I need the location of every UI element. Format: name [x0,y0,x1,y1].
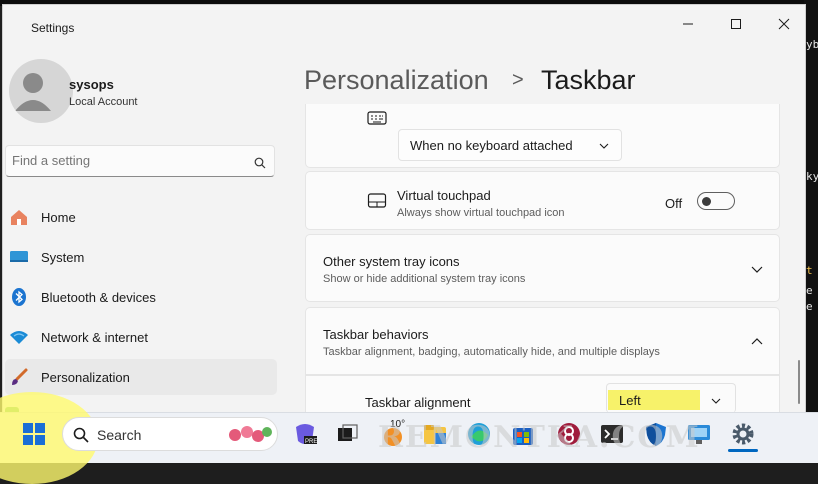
settings-search[interactable] [5,145,275,177]
start-button[interactable] [22,422,46,446]
terminal-text: e [806,284,813,297]
search-highlight-icon [229,426,272,442]
taskbar-alignment-dropdown[interactable]: Left [606,383,736,413]
chevron-down-icon [711,398,721,404]
avatar[interactable] [9,59,73,123]
window-title: Settings [31,21,75,35]
dropdown-value: Left [619,393,641,408]
taskbar-alignment-title: Taskbar alignment [365,395,471,410]
touch-keyboard-card: When no keyboard attached [305,104,780,168]
sidebar-item-label: System [41,249,85,265]
taskbar-search[interactable]: Search [62,417,278,451]
chevron-down-icon[interactable] [751,265,763,274]
bluetooth-icon [8,286,30,308]
close-icon [778,18,790,30]
touch-keyboard-dropdown[interactable]: When no keyboard attached [398,129,622,161]
other-system-tray-icons-row[interactable]: Other system tray icons Show or hide add… [305,234,780,302]
chevron-up-icon[interactable] [751,337,763,346]
sidebar-item-label: Personalization [41,369,130,385]
copilot-icon[interactable]: PRE [292,421,318,447]
breadcrumb-separator: > [512,69,524,91]
virtual-touchpad-subtitle: Always show virtual touchpad icon [397,207,565,219]
taskbar-behaviors-subtitle: Taskbar alignment, badging, automaticall… [323,346,660,358]
sidebar-item-personalization[interactable]: Personalization [5,359,277,395]
watermark: REMONTKA.COM [378,420,701,455]
terminal-text: yb [806,38,818,51]
keyboard-icon [367,111,387,125]
taskbar-behaviors-row[interactable]: Taskbar behaviors Taskbar alignment, bad… [305,307,780,375]
search-input[interactable] [10,152,244,169]
dropdown-value: When no keyboard attached [410,138,573,153]
breadcrumb-parent[interactable]: Personalization [304,65,489,96]
scrollbar[interactable] [798,360,800,404]
close-button[interactable] [767,11,801,37]
search-icon [73,427,89,443]
minimize-icon [683,23,693,25]
terminal-window-fragment: yb ky t e e [804,0,818,412]
minimize-button[interactable] [671,11,705,37]
taskbar-behaviors-title: Taskbar behaviors [323,327,429,342]
user-avatar-icon [15,73,51,111]
sidebar-item-network[interactable]: Network & internet [5,319,277,355]
home-icon [8,206,30,228]
sidebar-item-label: Home [41,209,76,225]
virtual-touchpad-row: Virtual touchpad Always show virtual tou… [305,171,780,230]
brush-icon [8,366,30,388]
chevron-down-icon [599,143,609,149]
terminal-text: ky [806,170,818,183]
terminal-text: e [806,300,813,313]
task-view-icon[interactable] [334,421,360,447]
search-icon [254,157,266,169]
system-icon [8,246,30,268]
terminal-text: t [806,264,813,277]
toggle-state-label: Off [665,196,683,211]
sidebar-item-system[interactable]: System [5,239,277,275]
other-tray-subtitle: Show or hide additional system tray icon… [323,273,526,285]
virtual-touchpad-title: Virtual touchpad [397,188,491,203]
maximize-button[interactable] [719,11,753,37]
user-account-type: Local Account [69,96,138,108]
sidebar-item-label: Bluetooth & devices [41,289,156,305]
user-name: sysops [69,77,114,92]
toggle-knob [702,197,711,206]
sidebar-item-label: Network & internet [41,329,148,345]
active-app-indicator [728,449,758,452]
sidebar-item-bluetooth[interactable]: Bluetooth & devices [5,279,277,315]
maximize-icon [731,19,741,29]
page-title: Taskbar [541,65,636,95]
sidebar-item-home[interactable]: Home [5,199,277,235]
virtual-touchpad-toggle[interactable] [697,192,735,210]
wifi-icon [8,326,30,348]
settings-gear-icon[interactable] [730,421,756,447]
taskbar-search-label: Search [97,427,142,443]
svg-text:PRE: PRE [305,439,317,445]
other-tray-title: Other system tray icons [323,254,460,269]
touchpad-icon [367,193,387,208]
windows-logo-icon [23,423,45,445]
